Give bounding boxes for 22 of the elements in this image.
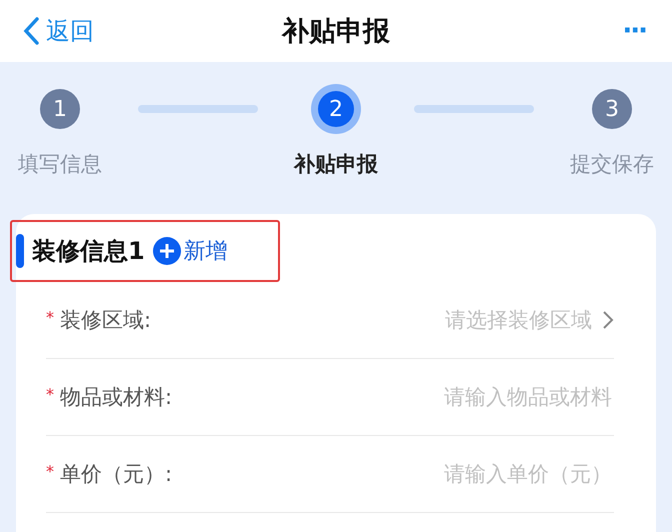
required-mark: * (46, 308, 54, 327)
section-title: 装修信息1 (32, 236, 145, 267)
required-mark: * (46, 462, 54, 481)
select-field[interactable]: 请选择装修区域 (445, 306, 614, 334)
chevron-right-icon (602, 310, 614, 330)
step-label: 填写信息 (18, 151, 102, 178)
more-button[interactable]: ··· (618, 16, 650, 46)
field-label: 装修区域: (60, 307, 152, 334)
step-label: 提交保存 (570, 151, 654, 178)
field-label: 单价（元）: (60, 461, 172, 488)
plus-icon (152, 237, 181, 265)
required-mark: * (46, 385, 54, 404)
add-button[interactable]: 新增 (152, 236, 228, 266)
step-indicator: 2 (311, 84, 361, 134)
back-button[interactable]: 返回 (22, 15, 282, 47)
field-label: 物品或材料: (60, 384, 172, 411)
input-field[interactable]: 请输入物品或材料 (310, 384, 614, 410)
step-label: 补贴申报 (294, 151, 378, 178)
accent-bar (16, 234, 24, 268)
chevron-left-icon (22, 16, 40, 46)
input-field[interactable]: 请输入单价（元） (310, 461, 614, 487)
page-title: 补贴申报 (282, 15, 390, 49)
